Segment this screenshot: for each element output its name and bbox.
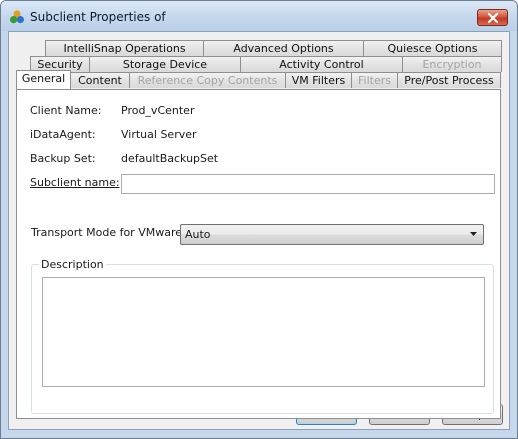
tab-content[interactable]: Content — [70, 72, 130, 88]
tab-pre-post-process[interactable]: Pre/Post Process — [397, 72, 501, 88]
tab-general[interactable]: General — [16, 70, 71, 89]
transport-mode-select[interactable]: Auto — [180, 224, 484, 245]
tab-reference-copy-contents: Reference Copy Contents — [129, 72, 286, 88]
subclient-name-input[interactable] — [121, 174, 495, 194]
chevron-down-icon — [470, 232, 477, 236]
tab-advanced-options[interactable]: Advanced Options — [203, 40, 364, 56]
close-icon — [487, 13, 499, 23]
tab-quiesce-options[interactable]: Quiesce Options — [363, 40, 502, 56]
tab-vm-filters[interactable]: VM Filters — [285, 72, 352, 88]
dialog-window: Subclient Properties of IntelliSnap Oper… — [0, 0, 518, 439]
backup-set-value: defaultBackupSet — [121, 152, 219, 165]
idataagent-value: Virtual Server — [121, 128, 197, 141]
app-logo-icon — [9, 9, 25, 25]
idataagent-label: iDataAgent: — [30, 128, 96, 141]
description-textarea[interactable] — [42, 277, 485, 387]
description-label: Description — [39, 258, 106, 271]
transport-mode-label: Transport Mode for VMware — [31, 226, 183, 239]
tab-activity-control[interactable]: Activity Control — [240, 56, 403, 72]
dialog-body: IntelliSnap Operations Advanced Options … — [8, 31, 510, 430]
tab-filters: Filters — [351, 72, 398, 88]
transport-mode-value: Auto — [185, 228, 211, 241]
title-bar[interactable]: Subclient Properties of — [1, 1, 517, 31]
general-tab-panel: Client Name: Prod_vCenter iDataAgent: Vi… — [16, 89, 501, 419]
description-group: Description — [31, 258, 494, 414]
subclient-name-label: Subclient name: — [30, 176, 120, 189]
backup-set-label: Backup Set: — [30, 152, 96, 165]
close-button[interactable] — [477, 9, 508, 26]
tab-intellisnap-operations[interactable]: IntelliSnap Operations — [45, 40, 204, 56]
tab-storage-device[interactable]: Storage Device — [89, 56, 241, 72]
tab-encryption: Encryption — [402, 56, 502, 72]
window-title: Subclient Properties of — [30, 10, 166, 24]
client-name-label: Client Name: — [30, 104, 102, 117]
client-name-value: Prod_vCenter — [121, 104, 195, 117]
